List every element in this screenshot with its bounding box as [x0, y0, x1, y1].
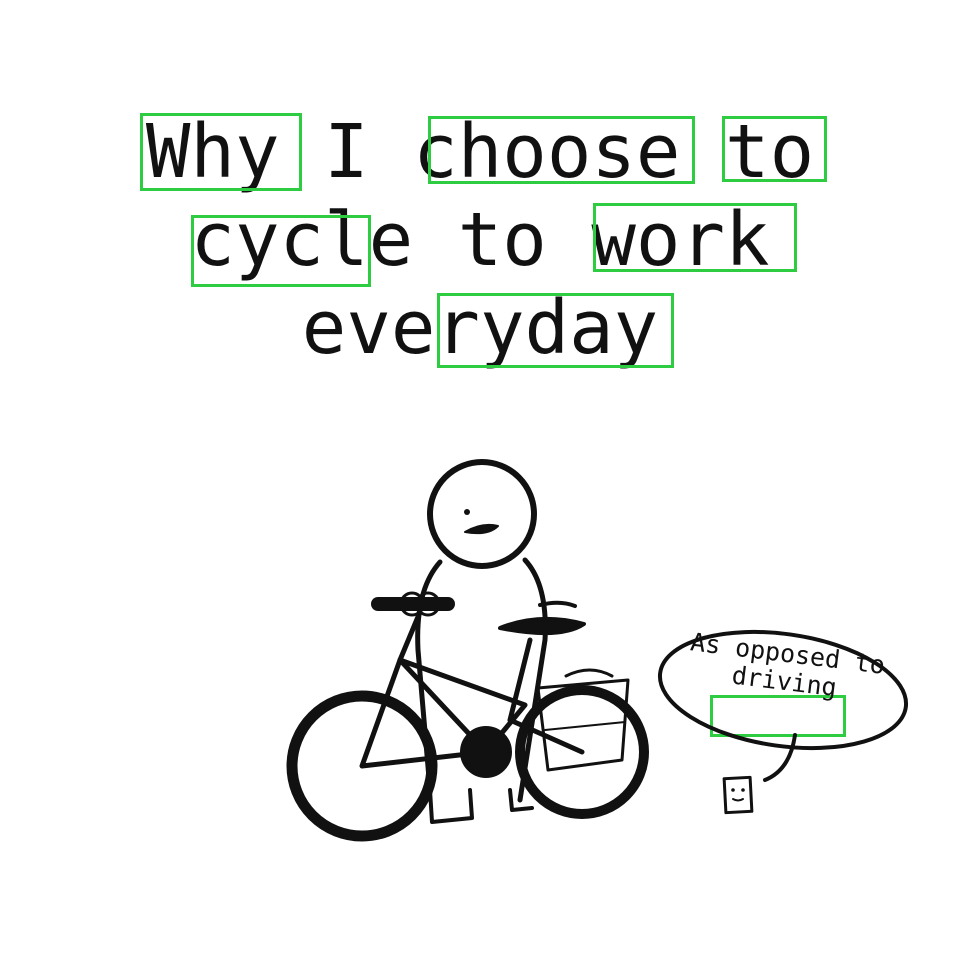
bicycle-icon [286, 591, 649, 842]
comic-illustration [286, 459, 909, 842]
small-person-icon [722, 775, 754, 815]
